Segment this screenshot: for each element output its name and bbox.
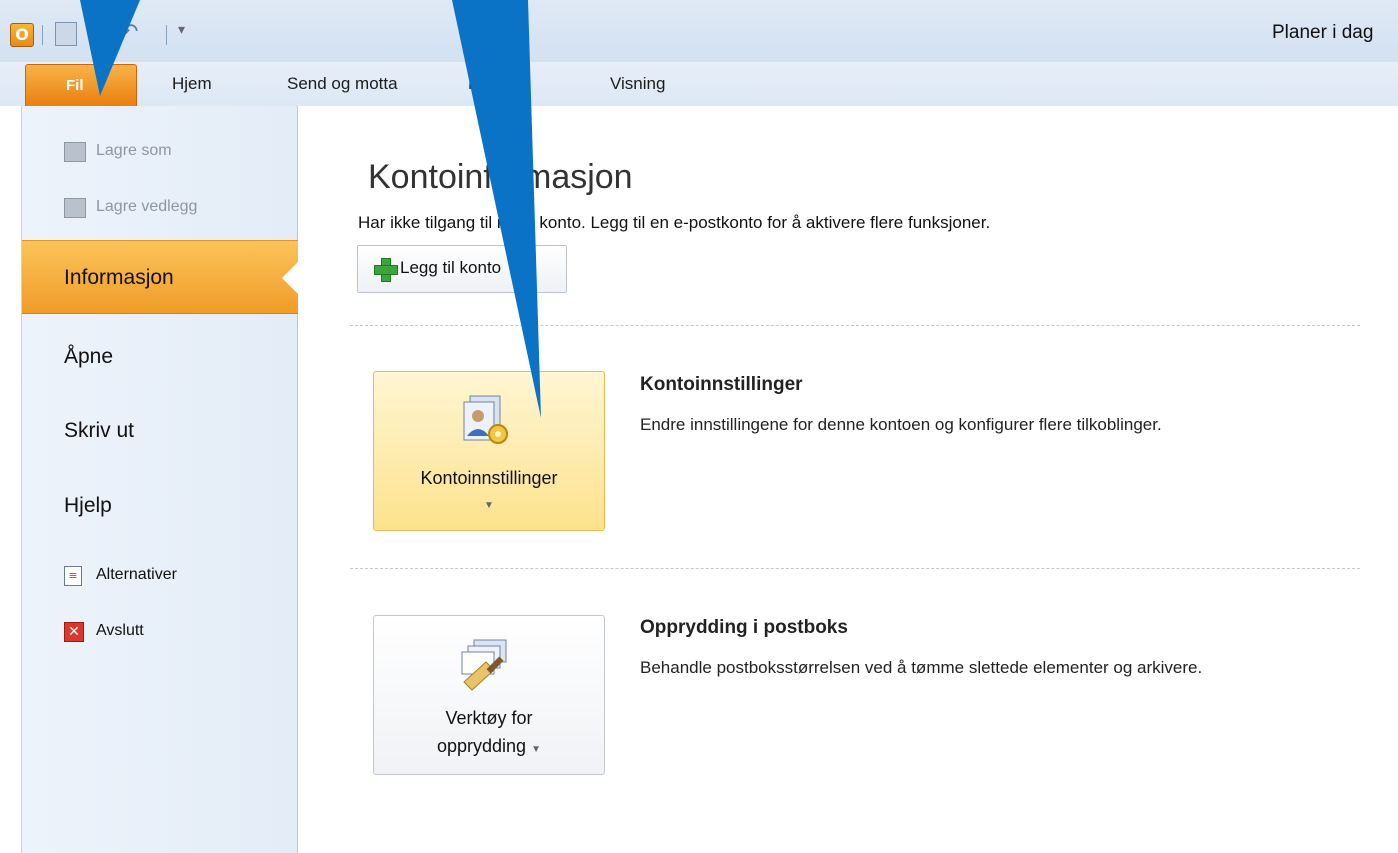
cleanup-description: Behandle postboksstørrelsen ved å tømme … [640,658,1203,677]
customize-qat-icon[interactable]: ▾ [178,22,185,38]
save-as-icon [64,142,86,162]
account-settings-button[interactable]: Kontoinnstillinger ▼ [373,371,605,531]
tab-mappe[interactable]: Mappe [468,74,520,94]
cleanup-tools-button[interactable]: Verktøy for opprydding ▼ [373,615,605,775]
nav-options[interactable]: Alternativer [96,566,177,584]
cleanup-title: Opprydding i postboks [640,617,848,638]
account-settings-description: Endre innstillingene for denne kontoen o… [640,415,1162,434]
page-description: Har ikke tilgang til noen konto. Legg ti… [358,213,991,232]
options-icon: ≡ [64,566,82,586]
page-title: Kontoinformasjon [368,158,633,196]
dropdown-arrow-icon: ▼ [531,744,541,755]
nav-exit[interactable]: Avslutt [96,622,144,640]
exit-icon: ✕ [64,622,84,642]
divider [350,325,1360,326]
cleanup-tools-icon [461,639,507,691]
cleanup-label-line2: opprydding ▼ [437,736,541,756]
save-icon[interactable] [55,22,77,46]
account-settings-title: Kontoinnstillinger [640,374,803,395]
backstage-nav [0,106,298,853]
account-settings-icon [463,395,508,444]
qat-separator [166,25,167,45]
cleanup-label-line1: Verktøy for [445,708,533,728]
nav-save-as[interactable]: Lagre som [96,142,172,160]
nav-print[interactable]: Skriv ut [64,419,134,443]
nav-save-attachments[interactable]: Lagre vedlegg [96,198,197,216]
dropdown-arrow-icon: ▼ [484,500,494,511]
undo-icon[interactable]: ↶ [120,20,138,45]
title-bar: O ↶ ▾ Planer i dag [0,0,1398,62]
nav-help[interactable]: Hjelp [64,494,112,518]
outlook-app-icon[interactable]: O [10,23,34,47]
tab-file[interactable]: Fil [25,64,137,106]
save-attachments-icon [64,198,86,218]
divider [350,568,1360,569]
nav-edge [0,106,22,853]
window-title: Planer i dag [1272,22,1374,43]
green-plus-icon [374,258,398,282]
qat-separator [42,25,43,45]
account-settings-label: Kontoinnstillinger [420,468,558,488]
nav-info[interactable]: Informasjon [64,266,174,290]
nav-open[interactable]: Åpne [64,345,113,369]
add-account-label: Legg til konto [400,258,502,277]
selected-notch [282,262,298,294]
tab-visning[interactable]: Visning [610,74,665,94]
tab-send-og-motta[interactable]: Send og motta [287,74,398,94]
tab-hjem[interactable]: Hjem [172,74,212,94]
add-account-button[interactable]: Legg til konto [357,245,567,293]
ribbon-tabs: Hjem Send og motta Mappe Visning [0,62,1398,106]
